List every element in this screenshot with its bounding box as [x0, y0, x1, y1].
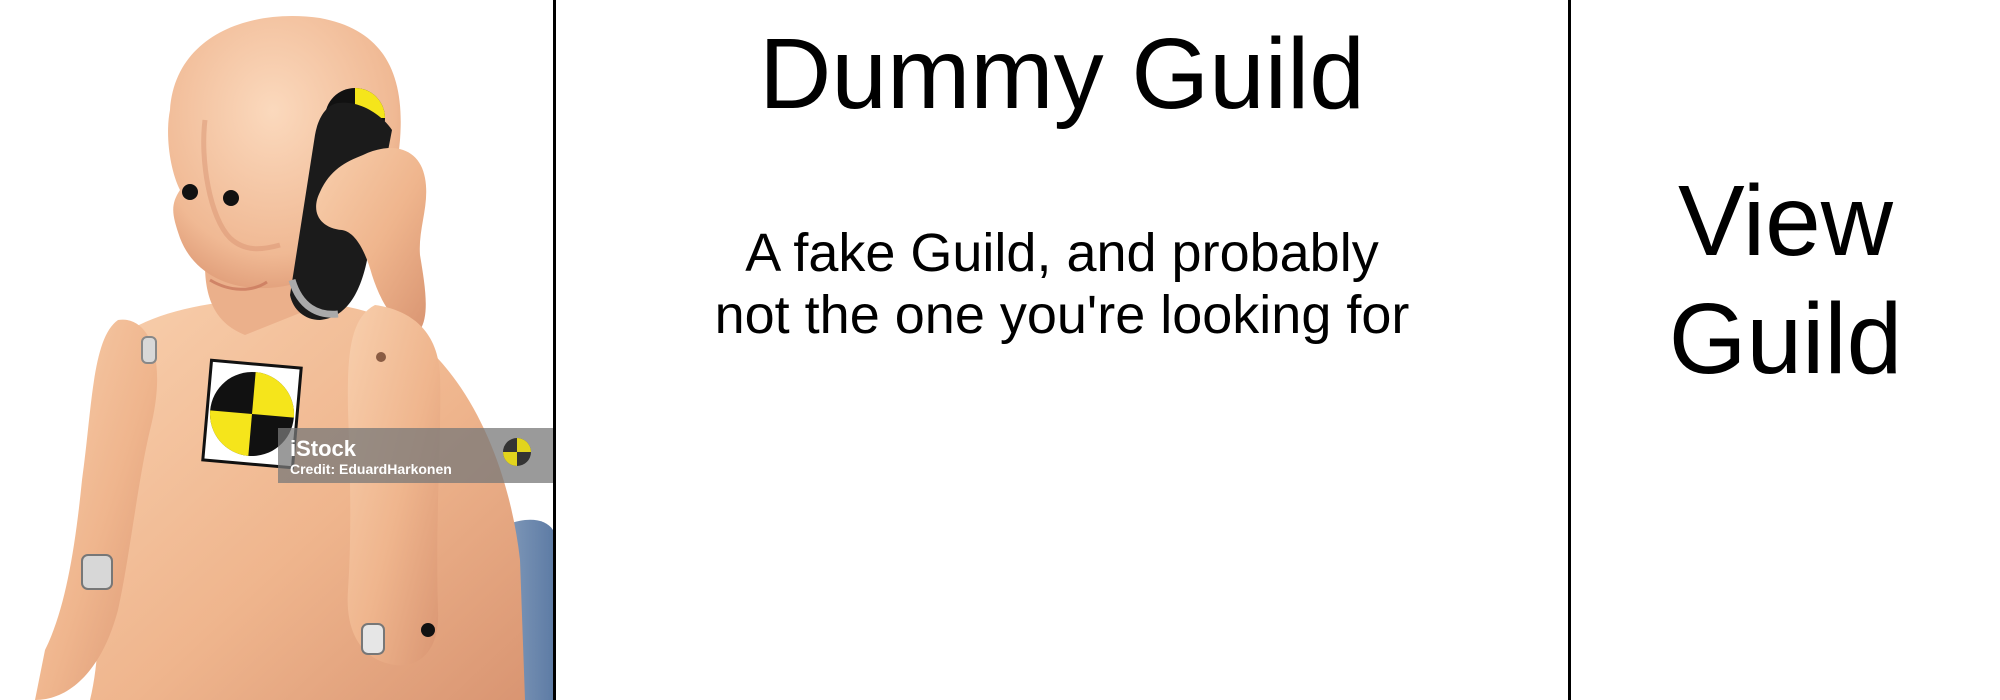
- istock-watermark-brand: iStock: [290, 436, 357, 461]
- guild-info-panel: Dummy Guild A fake Guild, and probably n…: [556, 0, 1568, 700]
- shoulder-joint: [141, 336, 157, 364]
- dummy-eye-right: [223, 190, 239, 206]
- guild-title: Dummy Guild: [759, 18, 1365, 130]
- wrist-bolt: [421, 623, 435, 637]
- forearm-bolt: [376, 352, 386, 362]
- dummy-right-forearm: [347, 305, 441, 666]
- guild-image: iStock Credit: EduardHarkonen: [0, 0, 553, 700]
- elbow-joint: [81, 554, 113, 590]
- wrist-joint-left: [361, 623, 385, 655]
- guild-card: iStock Credit: EduardHarkonen Dummy Guil…: [0, 0, 2000, 700]
- istock-watermark-credit: Credit: EduardHarkonen: [290, 461, 452, 477]
- guild-description: A fake Guild, and probably not the one y…: [714, 223, 1410, 345]
- dummy-eye-left: [182, 184, 198, 200]
- crash-test-dummy-image: iStock Credit: EduardHarkonen: [35, 15, 553, 700]
- view-guild-button[interactable]: View Guild: [1571, 0, 2000, 700]
- view-guild-label: View Guild: [1668, 165, 1903, 395]
